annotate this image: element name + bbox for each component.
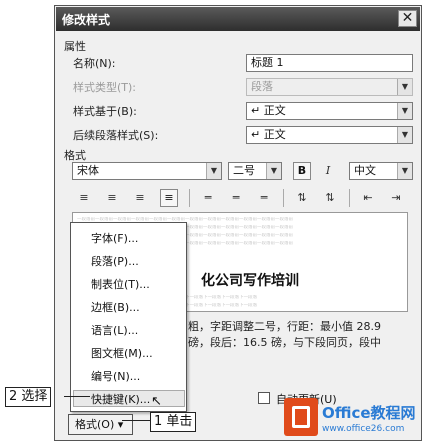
- watermark-url: www.office26.com: [322, 424, 405, 434]
- menu-item-border[interactable]: 边框(B)...: [91, 299, 140, 315]
- space-after-icon[interactable]: ⇅: [322, 190, 338, 206]
- double-spacing-icon[interactable]: ═: [256, 190, 272, 206]
- space-before-icon[interactable]: ⇅: [294, 190, 310, 206]
- name-label: 名称(N):: [73, 57, 116, 70]
- style-type-value: 段落: [251, 80, 273, 93]
- font-select[interactable]: 宋体 ▼: [72, 162, 222, 180]
- menu-item-font[interactable]: 字体(F)...: [91, 230, 138, 246]
- callout-step-2: 2 选择: [5, 387, 52, 407]
- align-right-icon[interactable]: ≡: [132, 190, 148, 206]
- following-style-value: ↵ 正文: [251, 128, 286, 141]
- properties-section-label: 属性: [64, 40, 86, 53]
- chevron-down-icon: ▼: [266, 163, 281, 179]
- following-style-select[interactable]: ↵ 正文 ▼: [246, 126, 413, 144]
- menu-item-numbering[interactable]: 编号(N)...: [91, 368, 140, 384]
- menu-item-shortcut-key[interactable]: 快捷键(K)...: [91, 391, 150, 407]
- close-button[interactable]: ✕: [398, 10, 417, 27]
- toolbar-divider: [349, 189, 350, 207]
- format-section-label: 格式: [64, 149, 86, 162]
- based-on-select[interactable]: ↵ 正文 ▼: [246, 102, 413, 120]
- align-center-icon[interactable]: ≡: [104, 190, 120, 206]
- chevron-down-icon: ▼: [397, 127, 412, 143]
- toolbar-divider: [283, 189, 284, 207]
- menu-item-paragraph[interactable]: 段落(P)...: [91, 253, 139, 269]
- callout-leader-line: [64, 396, 90, 397]
- chevron-down-icon: ▼: [397, 103, 412, 119]
- toolbar-divider: [189, 189, 190, 207]
- following-style-label: 后续段落样式(S):: [73, 129, 159, 142]
- language-select[interactable]: 中文 ▼: [349, 162, 413, 180]
- office-logo-icon: [284, 398, 318, 436]
- language-value: 中文: [354, 164, 376, 177]
- format-button[interactable]: 格式(O) ▾: [68, 414, 133, 435]
- style-type-label: 样式类型(T):: [73, 81, 137, 94]
- preview-heading: 化公司写作培训: [201, 273, 299, 289]
- title-bar: 修改样式 ✕: [56, 7, 420, 31]
- bold-button[interactable]: B: [293, 162, 311, 180]
- font-value: 宋体: [77, 164, 99, 177]
- name-input-value: 标题 1: [251, 56, 284, 69]
- justify-icon[interactable]: ≡: [160, 189, 178, 207]
- menu-item-language[interactable]: 语言(L)...: [91, 322, 138, 338]
- decrease-indent-icon[interactable]: ⇤: [360, 190, 376, 206]
- callout-step-1: 1 单击: [150, 412, 197, 432]
- callout-leader-line: [122, 420, 150, 421]
- dialog-title: 修改样式: [62, 13, 111, 27]
- align-left-icon[interactable]: ≡: [76, 190, 92, 206]
- menu-item-frame[interactable]: 图文框(M)...: [91, 345, 153, 361]
- style-description-line: 磅，段后：16.5 磅，与下段同页，段中: [188, 336, 381, 349]
- font-size-select[interactable]: 二号 ▼: [228, 162, 282, 180]
- style-description-line: 粗，字距调整二号，行距：最小值 28.9: [188, 320, 381, 333]
- based-on-label: 样式基于(B):: [73, 105, 137, 118]
- chevron-down-icon: ▼: [397, 163, 412, 179]
- watermark-brand: Office教程网: [322, 404, 416, 422]
- single-spacing-icon[interactable]: ═: [200, 190, 216, 206]
- name-input[interactable]: 标题 1: [246, 54, 413, 72]
- chevron-down-icon: ▼: [206, 163, 221, 179]
- one-half-spacing-icon[interactable]: ═: [228, 190, 244, 206]
- font-size-value: 二号: [233, 164, 255, 177]
- close-icon: ✕: [401, 10, 414, 26]
- increase-indent-icon[interactable]: ⇥: [388, 190, 404, 206]
- mouse-cursor-icon: ↖: [151, 394, 162, 409]
- format-popup-menu: 字体(F)... 段落(P)... 制表位(T)... 边框(B)... 语言(…: [70, 222, 187, 412]
- italic-button[interactable]: I: [320, 163, 336, 179]
- auto-update-checkbox[interactable]: [258, 392, 270, 404]
- chevron-down-icon: ▼: [397, 79, 412, 95]
- menu-item-tabs[interactable]: 制表位(T)...: [91, 276, 150, 292]
- based-on-value: ↵ 正文: [251, 104, 286, 117]
- style-type-select: 段落 ▼: [246, 78, 413, 96]
